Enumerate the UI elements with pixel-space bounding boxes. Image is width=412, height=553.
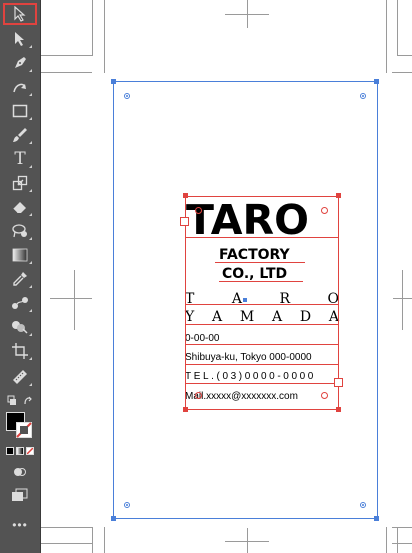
color-mode-buttons: [6, 447, 36, 455]
crop-mark: [397, 0, 398, 56]
artboard-tool[interactable]: [3, 340, 37, 362]
shape-builder-icon: [11, 319, 29, 335]
gradient-tool[interactable]: [3, 244, 37, 266]
center-point: [243, 298, 247, 302]
crop-mark: [397, 55, 412, 56]
crop-mark: [392, 72, 412, 73]
text-in-port[interactable]: [180, 217, 189, 226]
tools-panel: T •••: [0, 0, 41, 553]
measure-tool[interactable]: [3, 366, 37, 388]
curvature-tool[interactable]: [3, 76, 37, 98]
shape-builder-tool[interactable]: [3, 316, 37, 338]
gradient-button[interactable]: [16, 447, 24, 455]
paintbrush-tool[interactable]: [3, 124, 37, 146]
selection-handle[interactable]: [111, 516, 116, 521]
center-mark: [402, 270, 403, 330]
selection-tool[interactable]: [3, 3, 37, 25]
selection-arrow-icon: [13, 6, 27, 22]
gradient-icon: [12, 248, 28, 262]
crop-mark: [104, 0, 105, 73]
corner-widget[interactable]: [360, 502, 366, 508]
ruler-icon: [12, 369, 28, 385]
crop-mark: [92, 0, 93, 56]
selection-handle[interactable]: [336, 193, 341, 198]
corner-widget[interactable]: [321, 392, 328, 399]
curvature-icon: [12, 79, 28, 95]
selection-handle[interactable]: [374, 516, 379, 521]
hand-tool[interactable]: [3, 390, 37, 412]
selection-handle[interactable]: [183, 193, 188, 198]
object-selection-frame[interactable]: [185, 196, 339, 410]
canvas[interactable]: TARO FACTORY CO., LTD T A R O Y A M A D …: [41, 0, 412, 553]
pen-icon: [12, 55, 28, 71]
selection-handle[interactable]: [183, 407, 188, 412]
lasso-icon: [11, 223, 29, 239]
selection-handle[interactable]: [336, 407, 341, 412]
corner-widget[interactable]: [195, 392, 202, 399]
stroke-swatch[interactable]: [16, 422, 32, 438]
rectangle-icon: [12, 104, 28, 118]
crop-mark: [41, 72, 92, 73]
screen-mode-tool[interactable]: [3, 484, 37, 506]
crop-mark: [386, 527, 387, 553]
corner-widget[interactable]: [195, 207, 202, 214]
eraser-icon: [12, 200, 28, 214]
none-button[interactable]: [26, 447, 34, 455]
drawing-mode-tool[interactable]: [3, 461, 37, 483]
crop-mark: [41, 543, 92, 544]
draw-mode-icon: [12, 465, 28, 479]
crop-mark: [397, 527, 398, 553]
pen-tool[interactable]: [3, 52, 37, 74]
screen-mode-icon: [11, 488, 29, 502]
selection-handle[interactable]: [374, 79, 379, 84]
blend-tool[interactable]: [3, 292, 37, 314]
more-icon: •••: [12, 518, 28, 532]
color-button[interactable]: [6, 447, 14, 455]
crop-mark: [392, 543, 412, 544]
artboard-icon: [12, 343, 28, 359]
eyedropper-icon: [12, 271, 28, 287]
type-icon: T: [14, 148, 26, 169]
corner-widget[interactable]: [124, 502, 130, 508]
eraser-tool[interactable]: [3, 196, 37, 218]
center-mark: [225, 541, 269, 542]
rectangle-tool[interactable]: [3, 100, 37, 122]
eyedropper-tool[interactable]: [3, 268, 37, 290]
crop-mark: [386, 0, 387, 73]
crop-mark: [41, 55, 92, 56]
crop-mark: [92, 527, 93, 553]
type-tool[interactable]: T: [3, 148, 37, 170]
scale-tool[interactable]: [3, 172, 37, 194]
edit-toolbar-button[interactable]: •••: [3, 514, 37, 536]
center-mark: [225, 14, 269, 15]
scale-icon: [12, 175, 28, 191]
corner-widget[interactable]: [124, 93, 130, 99]
crop-mark: [392, 527, 412, 528]
direct-selection-tool[interactable]: [3, 28, 37, 50]
crop-mark: [41, 527, 92, 528]
text-out-port[interactable]: [334, 378, 343, 387]
center-mark: [50, 298, 92, 299]
direct-selection-arrow-icon: [13, 31, 27, 47]
lasso-tool[interactable]: [3, 220, 37, 242]
crop-mark: [104, 527, 105, 553]
corner-widget[interactable]: [321, 207, 328, 214]
corner-widget[interactable]: [360, 93, 366, 99]
center-mark: [74, 270, 75, 330]
blend-icon: [11, 295, 29, 311]
swap-arrows-icon: [6, 394, 34, 408]
paintbrush-icon: [12, 127, 28, 143]
selection-handle[interactable]: [111, 79, 116, 84]
